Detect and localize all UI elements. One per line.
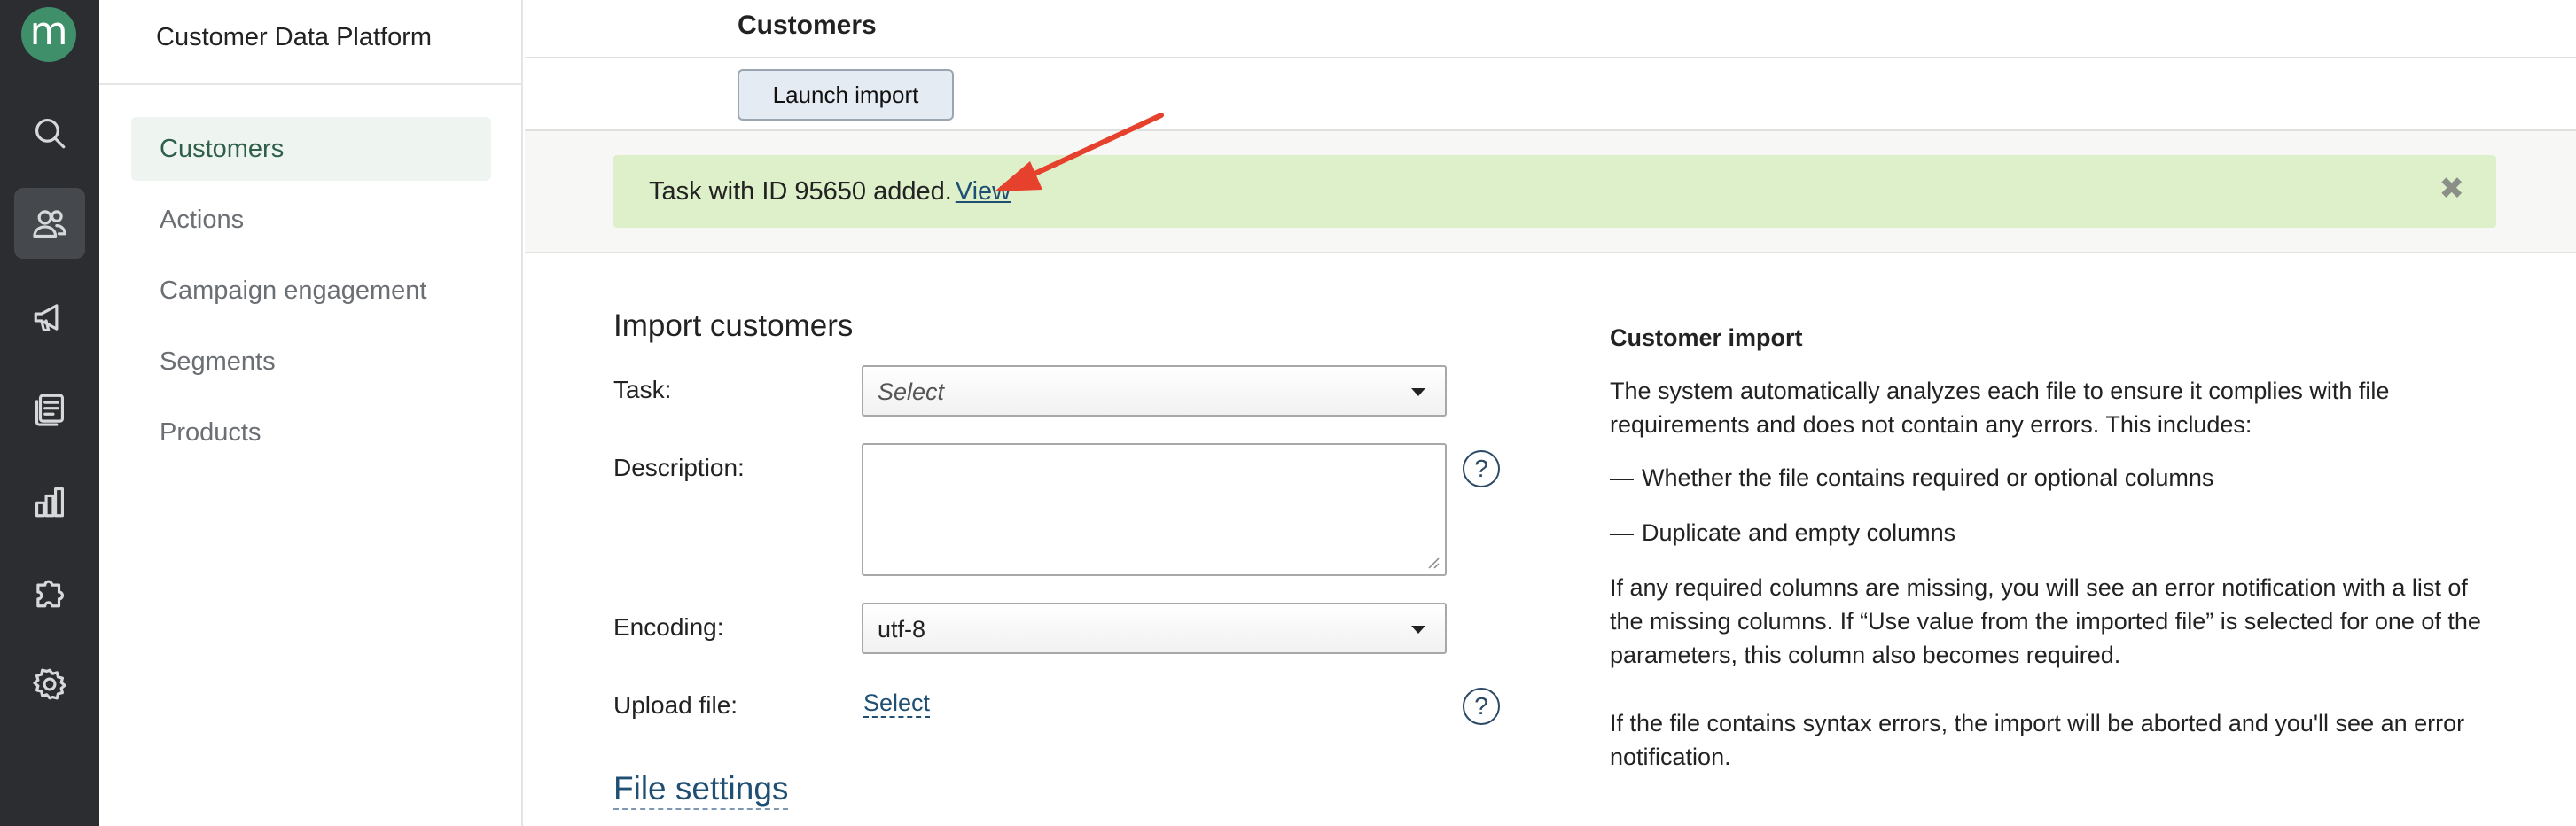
success-notice: Task with ID 95650 added. View ✖ — [613, 155, 2496, 228]
app-logo[interactable]: m — [21, 7, 76, 62]
encoding-select[interactable]: utf-8 — [862, 603, 1447, 654]
rail-integrations-button[interactable] — [14, 557, 85, 627]
chevron-down-icon — [1411, 388, 1425, 396]
notice-area: Task with ID 95650 added. View ✖ — [525, 131, 2576, 253]
documents-icon — [35, 394, 65, 426]
task-select-value: Select — [878, 378, 945, 405]
info-paragraph-2: If any required columns are missing, you… — [1610, 574, 2481, 668]
gear-icon — [33, 668, 66, 700]
description-textarea[interactable] — [862, 443, 1447, 576]
launch-import-button[interactable]: Launch import — [738, 69, 954, 121]
nav-item-campaign-engagement[interactable]: Campaign engagement — [131, 259, 491, 323]
info-paragraph-3: If the file contains syntax errors, the … — [1610, 710, 2465, 770]
nav-title: Customer Data Platform — [156, 23, 433, 51]
page-header: Customers — [525, 0, 2576, 58]
rail-search-button[interactable] — [14, 97, 85, 168]
nav-item-customers[interactable]: Customers — [131, 117, 491, 181]
bar-chart-icon — [35, 487, 65, 518]
description-help-icon[interactable]: ? — [1463, 450, 1500, 487]
chevron-down-icon — [1411, 626, 1425, 634]
file-settings-toggle[interactable]: File settings — [613, 769, 789, 810]
encoding-label: Encoding: — [613, 613, 724, 641]
rail-customers-button[interactable] — [14, 188, 85, 259]
info-bullet-2-text: Duplicate and empty columns — [1642, 519, 1956, 546]
description-label: Description: — [613, 454, 745, 481]
puzzle-icon — [36, 580, 64, 608]
task-select[interactable]: Select — [862, 365, 1447, 417]
logo-letter: m — [29, 9, 68, 54]
search-icon — [35, 118, 66, 149]
upload-help-icon[interactable]: ? — [1463, 688, 1500, 725]
bullet-dash: — — [1610, 464, 1634, 491]
notice-text: Task with ID 95650 added. — [649, 177, 952, 206]
users-icon — [33, 210, 66, 238]
close-icon[interactable]: ✖ — [2439, 171, 2465, 206]
nav-divider — [99, 83, 521, 85]
rail-content-button[interactable] — [14, 374, 85, 445]
nav-item-actions[interactable]: Actions — [131, 188, 491, 252]
info-title: Customer import — [1610, 324, 1803, 351]
nav-item-products[interactable]: Products — [131, 401, 491, 464]
upload-file-label: Upload file: — [613, 691, 738, 719]
encoding-select-value: utf-8 — [878, 616, 926, 643]
info-paragraph-1: The system automatically analyzes each f… — [1610, 378, 2390, 438]
info-bullet-1-text: Whether the file contains required or op… — [1642, 464, 2214, 491]
upload-file-select-link[interactable]: Select — [863, 690, 931, 718]
rail-analytics-button[interactable] — [14, 466, 85, 537]
megaphone-icon — [34, 304, 59, 332]
annotation-arrow-icon — [995, 113, 1164, 191]
page-title: Customers — [738, 11, 877, 40]
nav-item-segments[interactable]: Segments — [131, 330, 491, 394]
section-nav: Customer Data Platform Customers Actions… — [99, 0, 523, 826]
resize-handle-icon[interactable] — [1425, 555, 1440, 569]
task-label: Task: — [613, 376, 672, 403]
rail-settings-button[interactable] — [14, 649, 85, 720]
info-bullet-2: — Duplicate and empty columns — [1610, 519, 1955, 547]
icon-rail: m — [0, 0, 99, 826]
notice-message: Task with ID 95650 added. View — [649, 177, 1011, 206]
bullet-dash: — — [1610, 519, 1634, 546]
info-bullet-1: — Whether the file contains required or o… — [1610, 464, 2213, 492]
action-bar: Launch import — [525, 58, 2576, 131]
rail-campaigns-button[interactable] — [14, 282, 85, 353]
form-title: Import customers — [613, 308, 854, 343]
